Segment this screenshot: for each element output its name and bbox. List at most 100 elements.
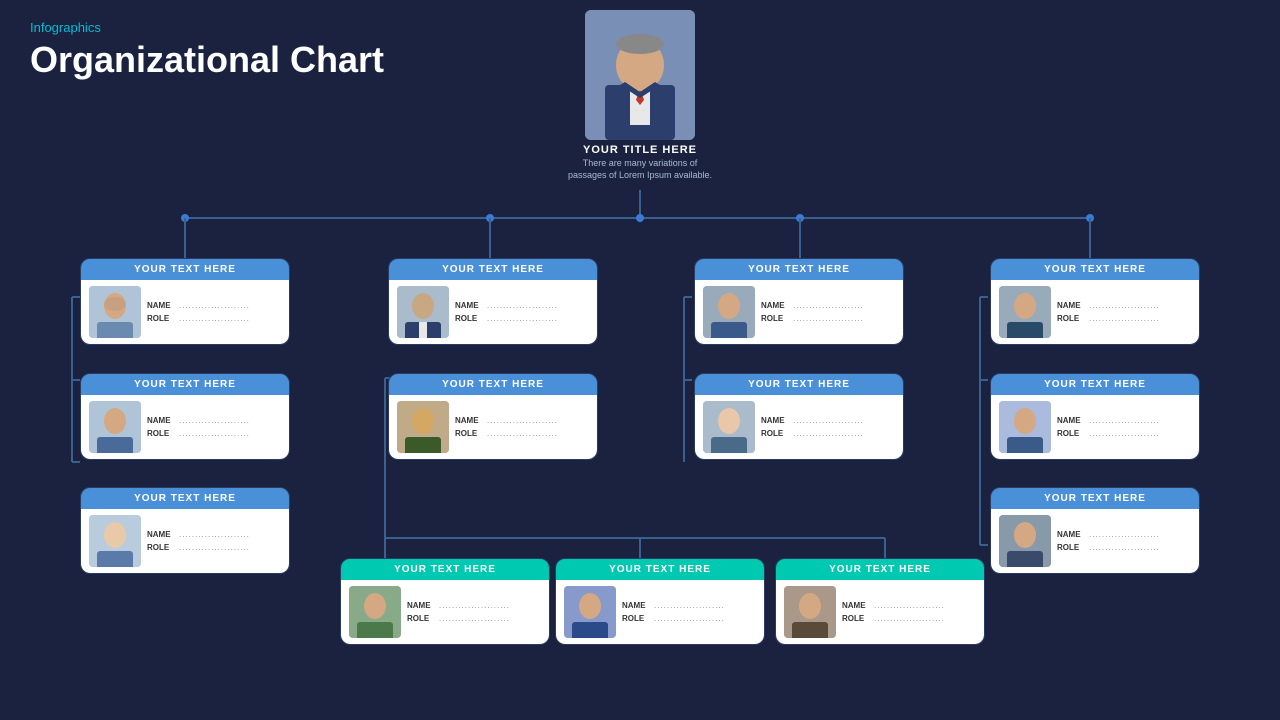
card-col3-row1-body: NAME ...................... ROLE .......…: [695, 280, 903, 344]
name-dots: ......................: [1089, 416, 1160, 425]
role-label: ROLE: [1057, 429, 1085, 438]
name-label: NAME: [622, 601, 650, 610]
card-col2-bot3-info: NAME ...................... ROLE .......…: [842, 601, 945, 623]
card-col2-bot2: YOUR TEXT HERE NAME ....................…: [555, 558, 765, 645]
card-col2-bot2-header: YOUR TEXT HERE: [556, 559, 764, 580]
name-dots: ......................: [179, 416, 250, 425]
card-col4-row2-header: YOUR TEXT HERE: [991, 374, 1199, 395]
card-col2-row2-info: NAME ...................... ROLE .......…: [455, 416, 558, 438]
role-dots: ......................: [487, 429, 558, 438]
card-col1-row2: YOUR TEXT HERE NAME ....................…: [80, 373, 290, 460]
card-col4-row3-photo: [999, 515, 1051, 567]
card-col4-row1-header: YOUR TEXT HERE: [991, 259, 1199, 280]
role-label: ROLE: [455, 314, 483, 323]
card-col2-row2-header: YOUR TEXT HERE: [389, 374, 597, 395]
name-dots: ......................: [793, 416, 864, 425]
name-dots: ......................: [654, 601, 725, 610]
card-col2-row1-body: NAME ...................... ROLE .......…: [389, 280, 597, 344]
name-dots: ......................: [179, 530, 250, 539]
role-label: ROLE: [455, 429, 483, 438]
card-col2-bot3-photo: [784, 586, 836, 638]
name-dots: ......................: [487, 301, 558, 310]
role-label: ROLE: [147, 543, 175, 552]
card-col2-bot3-body: NAME ...................... ROLE .......…: [776, 580, 984, 644]
card-col1-row3: YOUR TEXT HERE NAME ....................…: [80, 487, 290, 574]
role-label: ROLE: [761, 314, 789, 323]
card-col2-row2-photo: [397, 401, 449, 453]
name-label: NAME: [842, 601, 870, 610]
card-col1-row2-info: NAME ...................... ROLE .......…: [147, 416, 250, 438]
card-col2-row1: YOUR TEXT HERE NAME ....................…: [388, 258, 598, 345]
card-col4-row1-info: NAME ...................... ROLE .......…: [1057, 301, 1160, 323]
card-col1-row2-body: NAME ...................... ROLE .......…: [81, 395, 289, 459]
card-col2-row2: YOUR TEXT HERE NAME ....................…: [388, 373, 598, 460]
card-col1-row1-body: NAME ...................... ROLE .......…: [81, 280, 289, 344]
card-col2-bot2-info: NAME ...................... ROLE .......…: [622, 601, 725, 623]
card-col3-row1-info: NAME ...................... ROLE .......…: [761, 301, 864, 323]
name-label: NAME: [147, 530, 175, 539]
card-col2-bot2-body: NAME ...................... ROLE .......…: [556, 580, 764, 644]
role-dots: ......................: [179, 429, 250, 438]
name-label: NAME: [147, 301, 175, 310]
card-col2-bot1-body: NAME ...................... ROLE .......…: [341, 580, 549, 644]
role-label: ROLE: [147, 429, 175, 438]
role-dots: ......................: [179, 543, 250, 552]
card-col1-row3-info: NAME ...................... ROLE .......…: [147, 530, 250, 552]
header-section: Infographics Organizational Chart: [30, 20, 384, 81]
card-col4-row1-photo: [999, 286, 1051, 338]
name-label: NAME: [147, 416, 175, 425]
name-label: NAME: [455, 416, 483, 425]
name-dots: ......................: [179, 301, 250, 310]
name-dots: ......................: [793, 301, 864, 310]
card-col1-row3-body: NAME ...................... ROLE .......…: [81, 509, 289, 573]
card-col1-row2-photo: [89, 401, 141, 453]
top-node-photo: [585, 10, 695, 140]
card-col3-row2: YOUR TEXT HERE NAME ....................…: [694, 373, 904, 460]
card-col3-row2-info: NAME ...................... ROLE .......…: [761, 416, 864, 438]
card-col1-row1: YOUR TEXT HERE NAME ....................…: [80, 258, 290, 345]
card-col2-row1-photo: [397, 286, 449, 338]
role-dots: ......................: [1089, 429, 1160, 438]
role-label: ROLE: [842, 614, 870, 623]
role-dots: ......................: [793, 429, 864, 438]
card-col1-row2-header: YOUR TEXT HERE: [81, 374, 289, 395]
role-dots: ......................: [1089, 543, 1160, 552]
role-label: ROLE: [1057, 314, 1085, 323]
card-col2-bot1-header: YOUR TEXT HERE: [341, 559, 549, 580]
card-col4-row1-body: NAME ...................... ROLE .......…: [991, 280, 1199, 344]
name-label: NAME: [1057, 416, 1085, 425]
name-label: NAME: [761, 416, 789, 425]
card-col4-row1: YOUR TEXT HERE NAME ....................…: [990, 258, 1200, 345]
card-col2-bot3: YOUR TEXT HERE NAME ....................…: [775, 558, 985, 645]
name-dots: ......................: [439, 601, 510, 610]
card-col4-row2: YOUR TEXT HERE NAME ....................…: [990, 373, 1200, 460]
role-dots: ......................: [793, 314, 864, 323]
card-col4-row2-info: NAME ...................... ROLE .......…: [1057, 416, 1160, 438]
name-label: NAME: [761, 301, 789, 310]
card-col3-row1-header: YOUR TEXT HERE: [695, 259, 903, 280]
top-node-subtitle: There are many variations of passages of…: [565, 158, 715, 181]
name-dots: ......................: [874, 601, 945, 610]
role-label: ROLE: [1057, 543, 1085, 552]
card-col3-row2-photo: [703, 401, 755, 453]
role-dots: ......................: [874, 614, 945, 623]
card-col4-row3-header: YOUR TEXT HERE: [991, 488, 1199, 509]
card-col3-row1-photo: [703, 286, 755, 338]
card-col4-row2-body: NAME ...................... ROLE .......…: [991, 395, 1199, 459]
card-col1-row1-header: YOUR TEXT HERE: [81, 259, 289, 280]
card-col2-bot1: YOUR TEXT HERE NAME ....................…: [340, 558, 550, 645]
role-dots: ......................: [654, 614, 725, 623]
card-col2-bot2-photo: [564, 586, 616, 638]
card-col2-row1-info: NAME ...................... ROLE .......…: [455, 301, 558, 323]
name-label: NAME: [1057, 530, 1085, 539]
card-col2-row1-header: YOUR TEXT HERE: [389, 259, 597, 280]
card-col3-row2-body: NAME ...................... ROLE .......…: [695, 395, 903, 459]
role-dots: ......................: [439, 614, 510, 623]
role-dots: ......................: [179, 314, 250, 323]
card-col3-row1: YOUR TEXT HERE NAME ....................…: [694, 258, 904, 345]
card-col3-row2-header: YOUR TEXT HERE: [695, 374, 903, 395]
card-col4-row3-body: NAME ...................... ROLE .......…: [991, 509, 1199, 573]
role-label: ROLE: [622, 614, 650, 623]
top-node: YOUR TITLE HERE There are many variation…: [565, 10, 715, 181]
main-title: Organizational Chart: [30, 39, 384, 81]
